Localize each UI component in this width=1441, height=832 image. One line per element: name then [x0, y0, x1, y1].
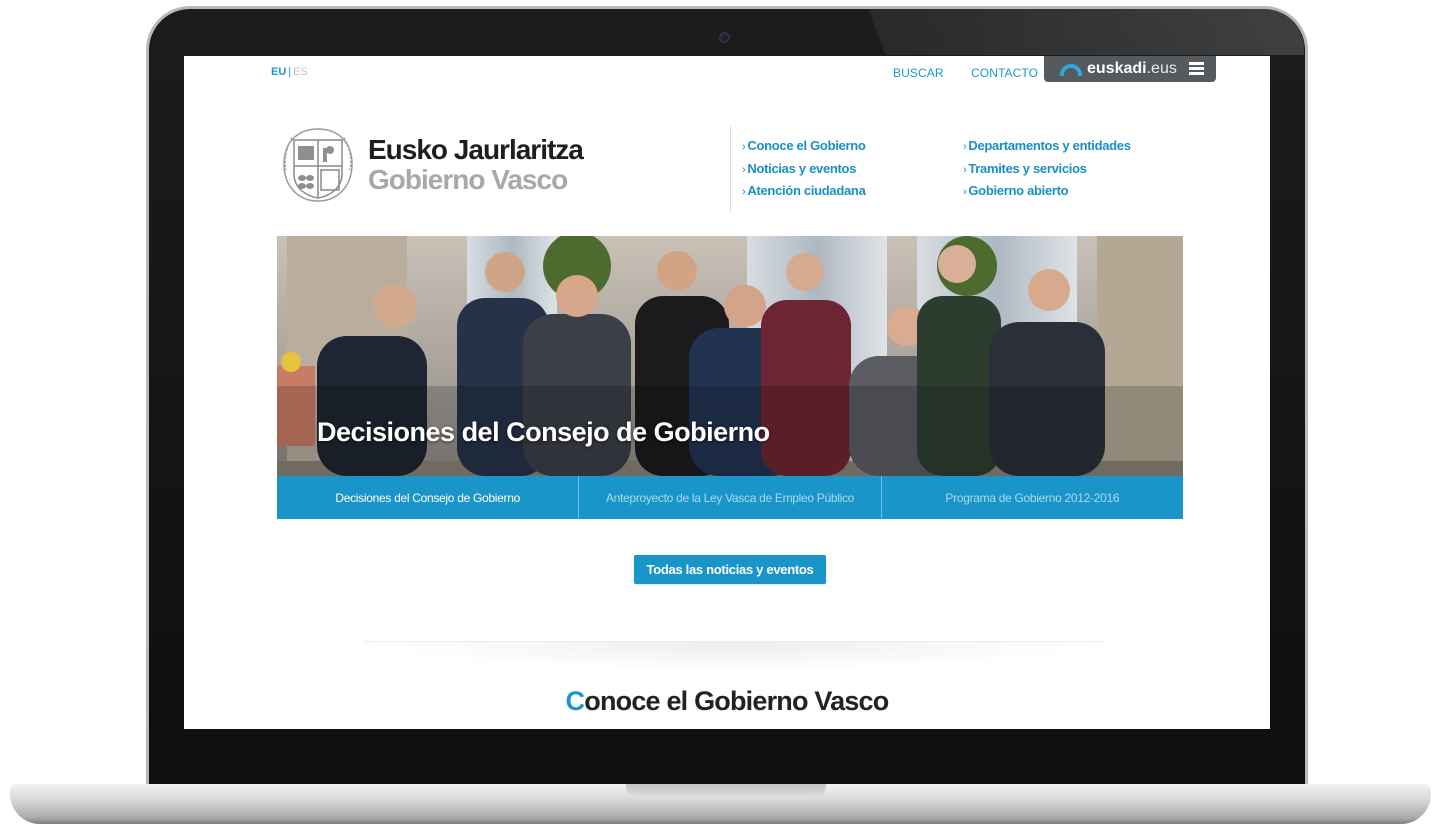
lang-es-link[interactable]: ES	[293, 66, 308, 78]
all-news-button[interactable]: Todas las noticias y eventos	[634, 555, 826, 584]
carousel-tab-2[interactable]: Anteproyecto de la Ley Vasca de Empleo P…	[579, 476, 882, 519]
nav-link-conoce-gobierno[interactable]: › Conoce el Gobierno	[742, 138, 866, 161]
laptop-base-notch	[626, 784, 826, 799]
hero-caption[interactable]: Decisiones del Consejo de Gobierno	[317, 417, 770, 448]
portal-tld: .eus	[1146, 60, 1177, 77]
nav-link-label: Departamentos y entidades	[968, 138, 1131, 153]
euskadi-arch-icon	[1060, 64, 1082, 76]
chevron-right-icon: ›	[963, 186, 967, 198]
section-divider	[364, 641, 1104, 671]
chevron-right-icon: ›	[963, 163, 967, 176]
lang-separator: |	[288, 66, 292, 78]
laptop-chin	[150, 730, 1304, 786]
lid-glare	[868, 9, 1304, 55]
nav-link-label: Conoce el Gobierno	[747, 138, 866, 153]
main-nav-column-1: › Conoce el Gobierno › Noticias y eventos …	[742, 138, 866, 206]
nav-link-tramites[interactable]: › Tramites y servicios	[963, 161, 1131, 184]
nav-link-gobierno-abierto[interactable]: › Gobierno abierto	[963, 183, 1131, 206]
brand-name-spanish[interactable]: Gobierno Vasco	[368, 164, 568, 196]
header-divider	[730, 126, 731, 212]
chevron-right-icon: ›	[963, 141, 967, 153]
hero-carousel-tabs: Decisiones del Consejo de Gobierno Antep…	[277, 476, 1183, 519]
chevron-right-icon: ›	[742, 141, 746, 153]
nav-link-departamentos[interactable]: › Departamentos y entidades	[963, 138, 1131, 161]
nav-link-label: Noticias y eventos	[747, 160, 857, 176]
chevron-right-icon: ›	[742, 186, 746, 198]
lang-eu-link[interactable]: EU	[271, 66, 286, 78]
euskadi-portal-tab[interactable]: euskadi .eus	[1044, 56, 1216, 82]
main-nav-column-2: › Departamentos y entidades › Tramites y s…	[963, 138, 1131, 206]
section-title-rest: onoce el Gobierno Vasco	[584, 686, 889, 716]
nav-link-label: Atención ciudadana	[747, 183, 866, 198]
brand-name-basque[interactable]: Eusko Jaurlaritza	[368, 134, 584, 166]
carousel-tab-1[interactable]: Decisiones del Consejo de Gobierno	[277, 476, 580, 519]
section-title: Conoce el Gobierno Vasco	[184, 686, 1270, 717]
contact-link[interactable]: CONTACTO	[971, 66, 1038, 80]
search-link[interactable]: BUSCAR	[893, 66, 944, 80]
nav-link-label: Gobierno abierto	[968, 183, 1069, 198]
webcam-icon	[719, 32, 730, 43]
hamburger-menu-icon[interactable]	[1189, 62, 1204, 75]
hero-carousel[interactable]: Decisiones del Consejo de Gobierno	[277, 236, 1183, 476]
chevron-right-icon: ›	[742, 163, 746, 176]
nav-link-noticias-eventos[interactable]: › Noticias y eventos	[742, 161, 866, 184]
website-screen: EU | ES BUSCAR CONTACTO euskadi .eus Eusko …	[184, 56, 1270, 729]
carousel-tab-3[interactable]: Programa de Gobierno 2012-2016	[882, 476, 1183, 519]
nav-link-label: Tramites y servicios	[968, 160, 1087, 176]
portal-name: euskadi	[1087, 60, 1147, 77]
nav-link-atencion-ciudadana[interactable]: › Atención ciudadana	[742, 183, 866, 206]
basque-government-crest-icon	[283, 128, 353, 202]
section-title-first-letter: C	[565, 686, 585, 716]
language-switcher: EU | ES	[271, 66, 308, 78]
